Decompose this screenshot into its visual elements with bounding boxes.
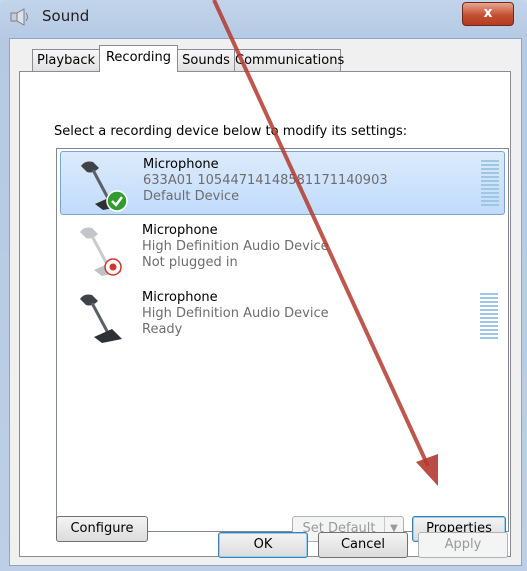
device-list[interactable]: Microphone 633A01 1054471414858117114090…: [56, 148, 509, 532]
microphone-icon: [80, 294, 122, 343]
window-title: Sound: [42, 7, 90, 25]
device-status: Not plugged in: [142, 255, 238, 270]
device-item-ready[interactable]: Microphone High Definition Audio Device …: [60, 285, 505, 349]
tab-playback[interactable]: Playback: [32, 49, 100, 71]
configure-button[interactable]: Configure: [56, 516, 148, 542]
apply-button[interactable]: Apply: [418, 532, 508, 558]
default-check-icon: [106, 190, 128, 212]
device-name: Microphone: [143, 157, 219, 172]
recording-tab-panel: Select a recording device below to modif…: [19, 71, 511, 557]
close-button[interactable]: x: [462, 2, 514, 26]
device-description: 633A01 10544714148581171140903: [143, 173, 388, 188]
device-item-unplugged[interactable]: Microphone High Definition Audio Device …: [60, 218, 505, 282]
device-name: Microphone: [142, 290, 218, 305]
speaker-icon: [10, 8, 28, 26]
instruction-text: Select a recording device below to modif…: [54, 124, 408, 139]
dialog-body: Playback Recording Sounds Communications…: [9, 38, 522, 566]
unplugged-icon: [104, 258, 122, 276]
tab-communications[interactable]: Communications: [234, 49, 344, 71]
level-meter: [480, 293, 498, 341]
ok-button[interactable]: OK: [218, 532, 308, 558]
tab-sounds[interactable]: Sounds: [177, 49, 235, 71]
cancel-button[interactable]: Cancel: [318, 532, 408, 558]
title-bar[interactable]: Sound x: [0, 0, 527, 34]
device-description: High Definition Audio Device: [142, 239, 329, 254]
device-name: Microphone: [142, 223, 218, 238]
sound-window: Sound x Playback Recording Sounds Commun…: [0, 0, 527, 571]
device-status: Ready: [142, 322, 183, 337]
device-item-default[interactable]: Microphone 633A01 1054471414858117114090…: [60, 151, 505, 215]
tab-recording[interactable]: Recording: [99, 45, 178, 72]
level-meter: [481, 160, 499, 208]
device-status: Default Device: [143, 189, 240, 204]
device-description: High Definition Audio Device: [142, 306, 329, 321]
